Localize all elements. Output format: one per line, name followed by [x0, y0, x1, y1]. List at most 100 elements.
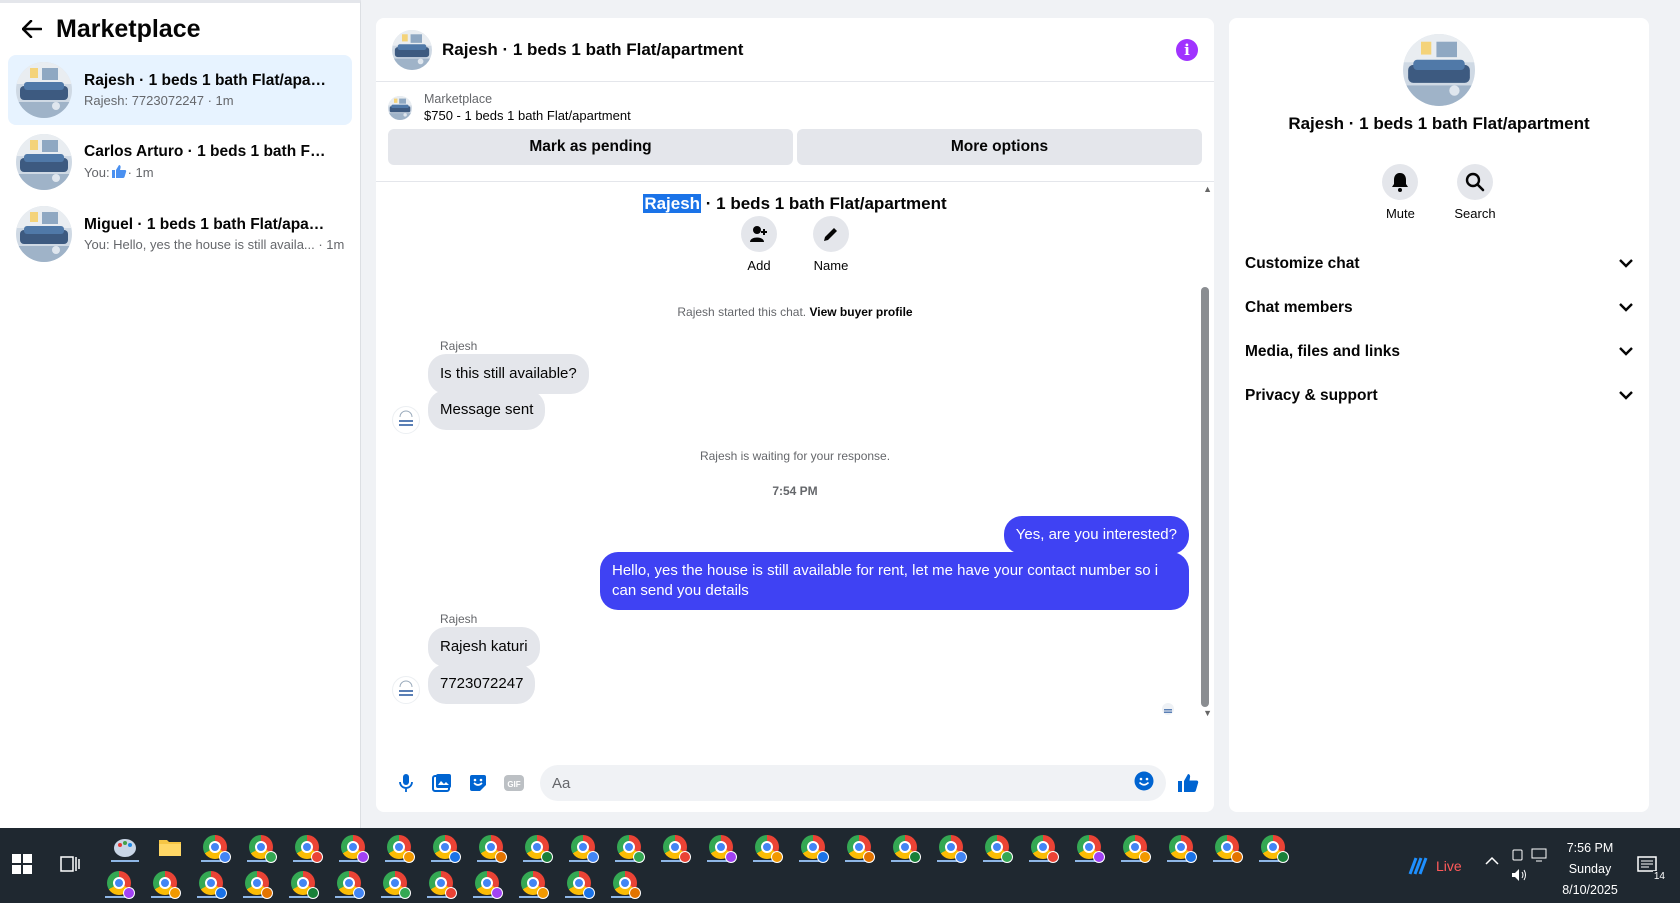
microphone-icon[interactable]	[388, 765, 424, 801]
chrome-window-icon[interactable]	[468, 866, 506, 900]
listing-price[interactable]: $750 - 1 beds 1 bath Flat/apartment	[424, 108, 631, 123]
clock-day: Sunday	[1568, 862, 1612, 876]
listing-thumbnail	[16, 62, 72, 118]
chat-avatar[interactable]	[392, 29, 432, 70]
chrome-window-icon[interactable]	[196, 830, 234, 864]
paint-app-icon[interactable]	[106, 830, 144, 864]
info-icon[interactable]: i	[1176, 38, 1198, 61]
scrollbar-thumb[interactable]	[1201, 287, 1209, 707]
chrome-window-icon[interactable]	[518, 830, 556, 864]
incoming-message[interactable]: Message sent	[428, 390, 546, 430]
chrome-window-icon[interactable]	[560, 866, 598, 900]
chrome-window-icon[interactable]	[1070, 830, 1108, 864]
volume-icon[interactable]	[1511, 868, 1529, 885]
conversation-title: Miguel · 1 beds 1 bath Flat/apartm...	[84, 216, 329, 233]
chrome-window-icon[interactable]	[1162, 830, 1200, 864]
message-input[interactable]: Aa	[540, 765, 1166, 801]
customize-chat-row[interactable]: Customize chat	[1229, 242, 1649, 286]
chrome-window-icon[interactable]	[1116, 830, 1154, 864]
emoji-icon[interactable]	[1134, 771, 1154, 795]
meet-now-icon[interactable]	[1511, 848, 1525, 865]
thumbs-up-icon	[111, 164, 127, 181]
chrome-window-icon[interactable]	[1254, 830, 1292, 864]
clock[interactable]: 7:56 PM Sunday 8/10/2025	[1550, 838, 1630, 901]
message-input-placeholder: Aa	[552, 774, 571, 792]
chrome-window-icon[interactable]	[146, 866, 184, 900]
chrome-window-icon[interactable]	[100, 866, 138, 900]
chrome-window-icon[interactable]	[564, 830, 602, 864]
chat-info-panel: Rajesh · 1 beds 1 bath Flat/apartment Mu…	[1229, 18, 1649, 812]
like-thumbs-up-icon[interactable]	[1170, 765, 1206, 801]
chrome-window-icon[interactable]	[380, 830, 418, 864]
photo-icon[interactable]	[424, 765, 460, 801]
chrome-window-icon[interactable]	[242, 830, 280, 864]
more-options-button[interactable]: More options	[797, 129, 1202, 165]
back-arrow-icon[interactable]	[20, 17, 44, 41]
name-button[interactable]: Name	[813, 216, 849, 273]
chrome-window-icon[interactable]	[702, 830, 740, 864]
file-explorer-icon[interactable]	[151, 830, 189, 864]
chrome-window-icon[interactable]	[514, 866, 552, 900]
sender-avatar[interactable]	[392, 406, 420, 434]
search-button[interactable]: Search	[1454, 164, 1496, 221]
view-buyer-profile-link[interactable]: View buyer profile	[809, 305, 912, 319]
svg-text:GIF: GIF	[507, 780, 520, 789]
scroll-up-arrow-icon[interactable]: ▲	[1203, 184, 1212, 194]
sticker-icon[interactable]	[460, 765, 496, 801]
outgoing-message[interactable]: Hello, yes the house is still available …	[600, 552, 1189, 610]
chat-title[interactable]: Rajesh · 1 beds 1 bath Flat/apartment	[442, 40, 1176, 60]
chrome-window-icon[interactable]	[288, 830, 326, 864]
chrome-window-icon[interactable]	[284, 866, 322, 900]
windows-start-icon[interactable]	[12, 854, 36, 878]
chat-members-row[interactable]: Chat members	[1229, 286, 1649, 330]
incoming-message[interactable]: Is this still available?	[428, 354, 589, 394]
incoming-message[interactable]: Rajesh katuri	[428, 627, 540, 667]
chrome-window-icon[interactable]	[886, 830, 924, 864]
chrome-window-icon[interactable]	[238, 866, 276, 900]
chrome-window-icon[interactable]	[610, 830, 648, 864]
chrome-window-icon[interactable]	[422, 866, 460, 900]
chrome-window-icon[interactable]	[426, 830, 464, 864]
privacy-support-row[interactable]: Privacy & support	[1229, 374, 1649, 418]
conversation-item-rajesh[interactable]: Rajesh · 1 beds 1 bath Flat/apartm... Ra…	[8, 55, 352, 125]
mute-button[interactable]: Mute	[1382, 164, 1419, 221]
incoming-message[interactable]: 7723072247	[428, 664, 536, 704]
chrome-window-icon[interactable]	[330, 866, 368, 900]
sender-avatar[interactable]	[392, 676, 420, 704]
chrome-window-icon[interactable]	[932, 830, 970, 864]
listing-thumbnail	[16, 206, 72, 262]
chat-info-avatar[interactable]	[1403, 34, 1475, 106]
live-widget[interactable]: Live	[1408, 856, 1462, 876]
chrome-window-icon[interactable]	[1208, 830, 1246, 864]
conversation-item-carlos[interactable]: Carlos Arturo · 1 beds 1 bath Flat/a... …	[8, 127, 352, 197]
message-thread[interactable]: Rajesh · 1 beds 1 bath Flat/apartment Ad…	[376, 182, 1214, 752]
chrome-window-icon[interactable]	[334, 830, 372, 864]
scroll-down-arrow-icon[interactable]: ▼	[1203, 708, 1212, 718]
chrome-window-icon[interactable]	[794, 830, 832, 864]
chrome-window-icon[interactable]	[978, 830, 1016, 864]
chrome-window-icon[interactable]	[656, 830, 694, 864]
chrome-window-icon[interactable]	[376, 866, 414, 900]
chrome-window-icon[interactable]	[1024, 830, 1062, 864]
network-icon[interactable]	[1531, 848, 1547, 865]
conversation-item-miguel[interactable]: Miguel · 1 beds 1 bath Flat/apartm... Yo…	[8, 199, 352, 269]
sidebar-header: Marketplace	[0, 3, 360, 55]
thread-title-rest: · 1 beds 1 bath Flat/apartment	[701, 194, 947, 213]
chat-started-notice: Rajesh started this chat. View buyer pro…	[376, 305, 1214, 319]
chrome-window-icon[interactable]	[606, 866, 644, 900]
row-label: Customize chat	[1245, 255, 1360, 272]
windows-taskbar: Live 7:56 PM Sunday 8/10/2025 14	[0, 828, 1680, 903]
gif-icon[interactable]: GIF	[496, 765, 532, 801]
task-view-icon[interactable]	[60, 854, 84, 878]
media-files-links-row[interactable]: Media, files and links	[1229, 330, 1649, 374]
chrome-window-icon[interactable]	[748, 830, 786, 864]
chrome-window-icon[interactable]	[472, 830, 510, 864]
mark-as-pending-button[interactable]: Mark as pending	[388, 129, 793, 165]
listing-thumbnail[interactable]	[388, 95, 412, 120]
chrome-window-icon[interactable]	[840, 830, 878, 864]
chrome-window-icon[interactable]	[192, 866, 230, 900]
chevron-up-icon[interactable]	[1485, 854, 1499, 869]
add-button[interactable]: Add	[741, 216, 777, 273]
notification-center-icon[interactable]: 14	[1636, 854, 1666, 882]
outgoing-message[interactable]: Yes, are you interested?	[1003, 516, 1189, 554]
